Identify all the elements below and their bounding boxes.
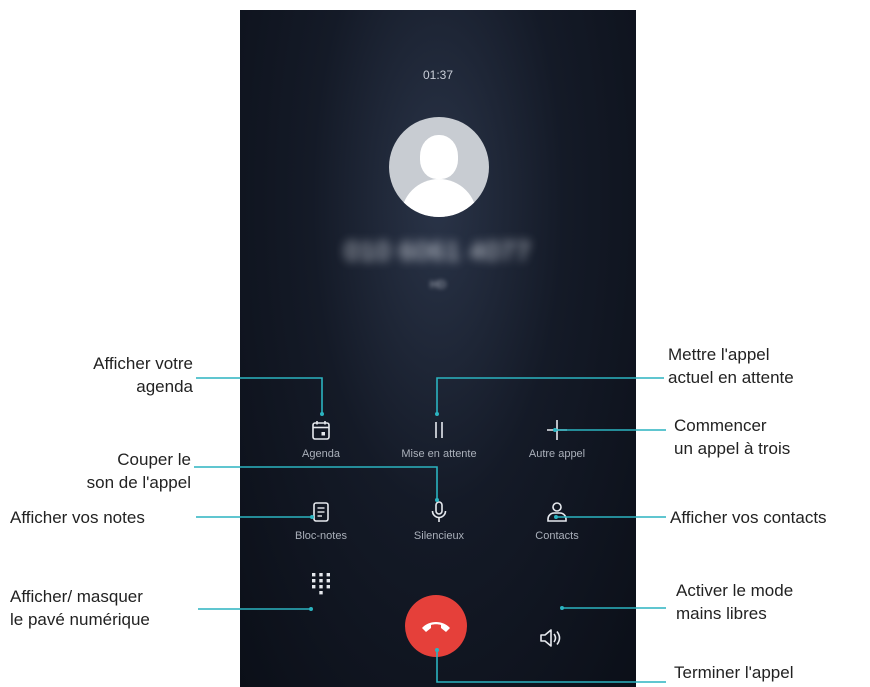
annotation-agenda: Afficher votre agenda: [0, 352, 193, 398]
annotation-speaker-line2: mains libres: [676, 604, 767, 623]
annotation-speaker: Activer le mode mains libres: [676, 579, 793, 625]
annotation-notes: Afficher vos notes: [10, 508, 145, 527]
annotation-keypad: Afficher/ masquer le pavé numérique: [10, 585, 150, 631]
annotation-contacts: Afficher vos contacts: [670, 508, 827, 527]
annotation-hold-line2: actuel en attente: [668, 368, 794, 387]
annotation-agenda-line2: agenda: [136, 377, 193, 396]
annotation-agenda-line1: Afficher votre: [93, 354, 193, 373]
annotation-keypad-line2: le pavé numérique: [10, 610, 150, 629]
annotation-hold-line1: Mettre l'appel: [668, 345, 770, 364]
annotation-add-line1: Commencer: [674, 416, 767, 435]
annotation-keypad-line1: Afficher/ masquer: [10, 587, 143, 606]
annotation-mute-line1: Couper le: [117, 450, 191, 469]
annotation-mute-line2: son de l'appel: [86, 473, 191, 492]
annotation-speaker-line1: Activer le mode: [676, 581, 794, 600]
annotation-hold: Mettre l'appel actuel en attente: [668, 343, 794, 389]
annotation-end-call: Terminer l'appel: [674, 663, 794, 682]
annotation-add-line2: un appel à trois: [674, 439, 791, 458]
annotation-mute: Couper le son de l'appel: [0, 448, 191, 494]
annotation-add-call: Commencer un appel à trois: [674, 414, 790, 460]
